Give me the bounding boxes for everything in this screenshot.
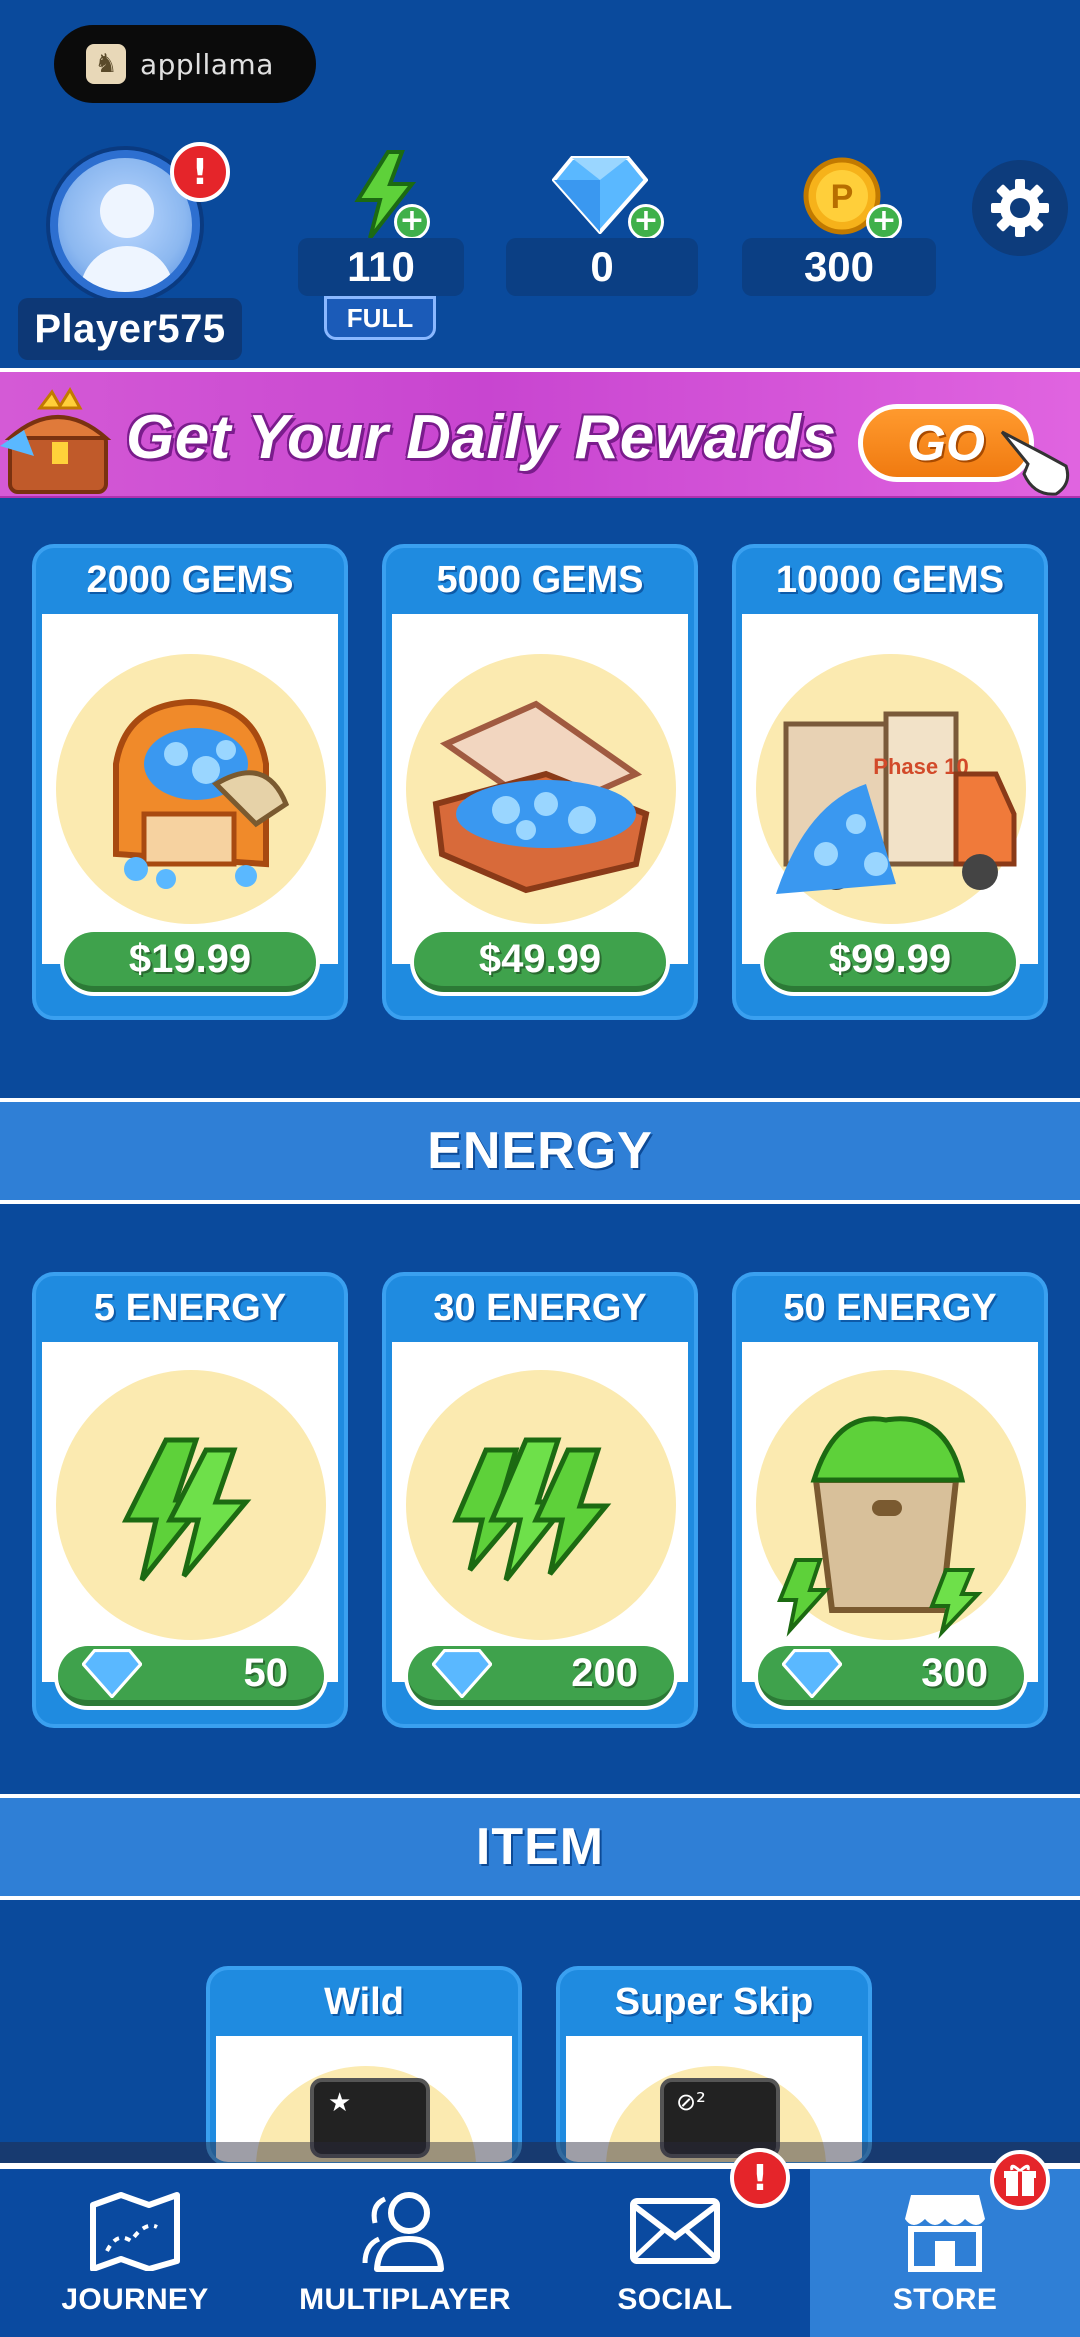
gem-pack-title: 10000 GEMS bbox=[775, 558, 1005, 601]
energy-count: 110 bbox=[298, 238, 464, 296]
energy-pack-title: 30 ENERGY bbox=[433, 1286, 647, 1329]
gem-backpack-icon bbox=[113, 698, 290, 889]
bottom-navigation: JOURNEY MULTIPLAYER SOCIAL STORE bbox=[0, 2163, 1080, 2337]
add-coins-icon[interactable]: + bbox=[866, 204, 902, 240]
nav-multiplayer[interactable]: MULTIPLAYER bbox=[270, 2169, 540, 2337]
appllama-badge: ♞ appllama bbox=[54, 25, 316, 103]
energy-pack-title: 50 ENERGY bbox=[783, 1286, 997, 1329]
gem-icon bbox=[82, 1648, 142, 1698]
nav-label: SOCIAL bbox=[617, 2283, 733, 2316]
gem-cost: 50 bbox=[243, 1650, 289, 1695]
item-card-wild[interactable]: Wild ★ bbox=[206, 1966, 522, 2166]
pointing-hand-icon bbox=[994, 424, 1074, 496]
gem-cost: 300 bbox=[921, 1650, 988, 1695]
coins-count: 300 bbox=[742, 238, 936, 296]
brand-name: appllama bbox=[140, 47, 274, 81]
users-icon bbox=[355, 2189, 455, 2273]
energy-section-header: ENERGY bbox=[0, 1098, 1080, 1204]
gem-cost-button[interactable]: 200 bbox=[408, 1646, 674, 1706]
settings-button[interactable] bbox=[972, 160, 1068, 256]
energy-bolts-icon bbox=[121, 1437, 252, 1582]
avatar-alert-badge: ! bbox=[170, 142, 230, 202]
banner-title: Get Your Daily Rewards bbox=[126, 403, 837, 472]
player-name: Player575 bbox=[18, 298, 242, 360]
gem-cost-button[interactable]: 50 bbox=[58, 1646, 324, 1706]
gift-icon[interactable] bbox=[990, 2150, 1050, 2210]
item-title: Wild bbox=[324, 1980, 404, 2023]
nav-journey[interactable]: JOURNEY bbox=[0, 2169, 270, 2337]
gem-pack-card-10000[interactable]: 10000 GEMS Phase 10 $99.99 bbox=[732, 544, 1048, 1020]
item-section-header: ITEM bbox=[0, 1794, 1080, 1900]
gem-pack-card-2000[interactable]: 2000 GEMS $19.99 bbox=[32, 544, 348, 1020]
gems-count: 0 bbox=[506, 238, 698, 296]
gem-cost: 200 bbox=[571, 1650, 638, 1695]
daily-rewards-banner[interactable]: Get Your Daily Rewards GO bbox=[0, 368, 1080, 498]
energy-pack-card-30[interactable]: 30 ENERGY 200 bbox=[382, 1272, 698, 1728]
gem-pack-card-5000[interactable]: 5000 GEMS $49.99 bbox=[382, 544, 698, 1020]
gem-pack-title: 5000 GEMS bbox=[436, 558, 644, 601]
price-button[interactable]: $19.99 bbox=[64, 932, 316, 992]
mail-icon bbox=[625, 2189, 725, 2273]
price-button[interactable]: $99.99 bbox=[764, 932, 1016, 992]
add-energy-icon[interactable]: + bbox=[394, 204, 430, 240]
energy-bolts-icon bbox=[452, 1437, 612, 1582]
item-card-super-skip[interactable]: Super Skip ⊘² bbox=[556, 1966, 872, 2166]
gem-icon bbox=[432, 1648, 492, 1698]
energy-pack-title: 5 ENERGY bbox=[93, 1286, 287, 1329]
price-button[interactable]: $49.99 bbox=[414, 932, 666, 992]
gem-suitcase-icon bbox=[432, 700, 650, 894]
gem-cost-button[interactable]: 300 bbox=[758, 1646, 1024, 1706]
gear-icon bbox=[991, 179, 1049, 237]
item-title: Super Skip bbox=[614, 1980, 814, 2023]
svg-text:P: P bbox=[831, 178, 854, 216]
nav-label: MULTIPLAYER bbox=[299, 2283, 511, 2316]
gem-pack-title: 2000 GEMS bbox=[86, 558, 294, 601]
energy-full-tag: FULL bbox=[324, 296, 436, 340]
gem-truck-icon: Phase 10 bbox=[776, 711, 1017, 894]
gem-icon bbox=[782, 1648, 842, 1698]
map-icon bbox=[85, 2189, 185, 2273]
store-icon bbox=[895, 2189, 995, 2273]
nav-label: JOURNEY bbox=[61, 2283, 209, 2316]
llama-logo-icon: ♞ bbox=[86, 44, 126, 84]
energy-pack-card-5[interactable]: 5 ENERGY 50 bbox=[32, 1272, 348, 1728]
treasure-chest-icon bbox=[0, 386, 120, 496]
energy-pack-card-50[interactable]: 50 ENERGY 300 bbox=[732, 1272, 1048, 1728]
add-gems-icon[interactable]: + bbox=[628, 204, 664, 240]
energy-bag-icon bbox=[777, 1416, 983, 1639]
nav-label: STORE bbox=[892, 2283, 998, 2316]
social-alert-badge: ! bbox=[730, 2148, 790, 2208]
